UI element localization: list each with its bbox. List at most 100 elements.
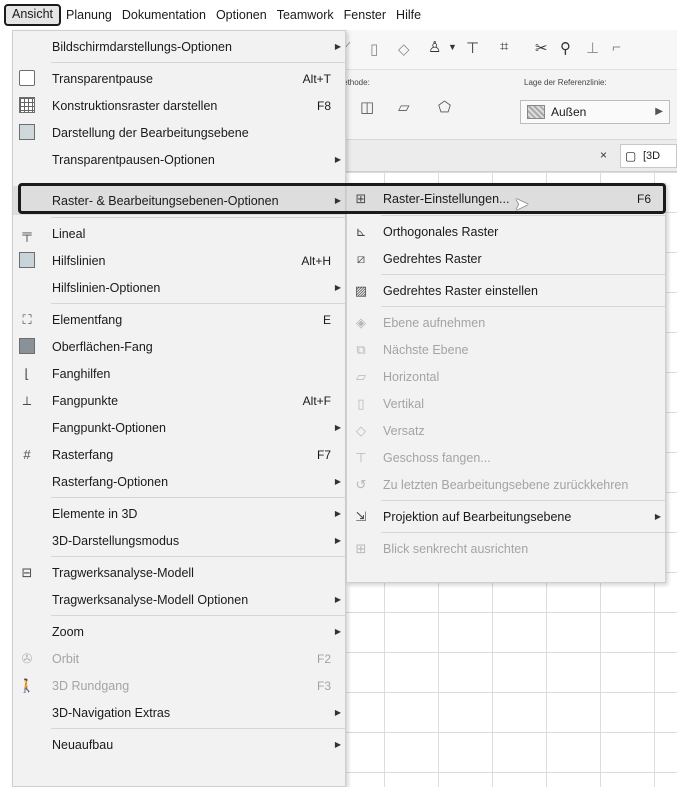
menu-item[interactable]: ⟂ Fangpunkte Alt+F [13, 387, 345, 414]
menu-planung[interactable]: Planung [61, 4, 117, 26]
tool-icon[interactable]: ◇ [398, 40, 410, 58]
menu-item[interactable]: Rasterfang-Optionen ▶ [13, 468, 345, 495]
menu-item-label: Versatz [383, 423, 425, 438]
guide-lines-icon [18, 251, 36, 270]
grid-settings-icon: ⊞ [355, 190, 367, 206]
menu-fenster[interactable]: Fenster [339, 4, 391, 26]
menu-item-label: 3D-Navigation Extras [52, 705, 171, 720]
chevron-right-icon: ▶ [655, 106, 663, 117]
menu-item[interactable]: ⛶ Elementfang E [13, 306, 345, 333]
chevron-down-icon[interactable]: ▼ [448, 42, 457, 52]
menu-teamwork[interactable]: Teamwork [272, 4, 339, 26]
menu-item[interactable]: Neuaufbau ▶ [13, 731, 345, 758]
separator [51, 217, 345, 218]
menu-item-label: Projektion auf Bearbeitungsebene [383, 509, 572, 524]
menu-optionen[interactable]: Optionen [211, 4, 272, 26]
menu-item[interactable]: Bildschirmdarstellungs-Optionen ▶ [13, 33, 345, 60]
menu-item[interactable]: Elemente in 3D ▶ [13, 500, 345, 527]
menu-item-label: Tragwerksanalyse-Modell Optionen [52, 592, 249, 607]
menu-item-label: Transparentpausen-Optionen [52, 152, 215, 167]
tool-icon[interactable]: ▯ [370, 40, 378, 58]
menu-item[interactable]: Konstruktionsraster darstellen F8 [13, 92, 345, 119]
separator [51, 556, 345, 557]
menu-item[interactable]: Fangpunkt-Optionen ▶ [13, 414, 345, 441]
element-snap-icon: ⛶ [22, 311, 32, 327]
menu-item-label: Raster-Einstellungen... [383, 191, 510, 206]
menu-item[interactable]: Zoom ▶ [13, 618, 345, 645]
grid-snap-icon: # [23, 446, 31, 462]
story-icon[interactable]: ⊤ [466, 39, 479, 57]
shortcut: E [322, 312, 331, 327]
grid-icon [18, 96, 36, 115]
chevron-right-icon: ▶ [334, 740, 341, 749]
horizontal-plane-icon: ▱ [356, 368, 366, 384]
separator [51, 728, 345, 729]
shortcut: F2 [316, 651, 331, 666]
menu-item[interactable]: Hilfslinien-Optionen ▶ [13, 274, 345, 301]
separator [381, 532, 665, 533]
mouse-cursor-icon: ➤ [514, 194, 530, 214]
menu-item[interactable]: ⊾ Orthogonales Raster [347, 218, 665, 245]
menu-item[interactable]: Darstellung der Bearbeitungsebene [13, 119, 345, 146]
menu-item[interactable]: 3D-Navigation Extras ▶ [13, 699, 345, 726]
magic-wand-icon[interactable]: ⚲ [560, 39, 571, 57]
scissors-icon[interactable]: ✂ [535, 39, 548, 57]
menu-dokumentation[interactable]: Dokumentation [117, 4, 211, 26]
menu-item-disabled: ▯ Vertikal [347, 390, 665, 417]
menu-bar: Ansicht Planung Dokumentation Optionen T… [0, 0, 677, 30]
menu-item-disabled: 🚶 3D Rundgang F3 [13, 672, 345, 699]
separator [51, 62, 345, 63]
chevron-right-icon: ▶ [334, 627, 341, 636]
separator [381, 500, 665, 501]
menu-item[interactable]: Hilfslinien Alt+H [13, 247, 345, 274]
menu-item[interactable]: Oberflächen-Fang [13, 333, 345, 360]
chevron-right-icon: ▶ [334, 477, 341, 486]
rotated-grid-icon: ⧄ [356, 250, 366, 266]
menu-item-label: Orthogonales Raster [383, 224, 499, 239]
geometry-method-icon[interactable]: ▱ [398, 98, 410, 116]
menu-item[interactable]: # Rasterfang F7 [13, 441, 345, 468]
menu-item[interactable]: ⧄ Gedrehtes Raster [347, 245, 665, 272]
menu-item-label: Tragwerksanalyse-Modell [52, 565, 194, 580]
tool-icon[interactable]: ⊥ [586, 39, 599, 57]
snap-toggle-icon[interactable]: ⌗ [500, 38, 508, 55]
close-icon[interactable]: × [600, 148, 607, 162]
menu-ansicht[interactable]: Ansicht [4, 4, 61, 26]
ruler-icon: ╤ [22, 225, 32, 241]
view-tab-bar: × ▢ [3D [330, 140, 677, 172]
menu-item[interactable]: ╤ Lineal [13, 220, 345, 247]
menu-item[interactable]: Tragwerksanalyse-Modell Optionen ▶ [13, 586, 345, 613]
vertical-plane-icon: ▯ [357, 395, 365, 411]
tool-icon[interactable]: ⌐ [612, 39, 621, 56]
menu-item[interactable]: Transparentpause Alt+T [13, 65, 345, 92]
separator [381, 306, 665, 307]
menu-item-disabled: ◇ Versatz [347, 417, 665, 444]
menu-item[interactable]: Transparentpausen-Optionen ▶ [13, 146, 345, 173]
ref-line-select[interactable]: Außen ▶ [520, 100, 670, 124]
menu-item-label: Neuaufbau [52, 737, 114, 752]
view-dropdown-menu: Bildschirmdarstellungs-Optionen ▶ Transp… [12, 30, 346, 787]
menu-item[interactable]: 3D-Darstellungsmodus ▶ [13, 527, 345, 554]
separator [381, 215, 665, 216]
set-rotated-grid-icon: ▨ [354, 282, 368, 298]
shortcut: Alt+H [301, 253, 331, 268]
menu-item-label: Transparentpause [52, 71, 153, 86]
geometry-method-icon[interactable]: ◫ [360, 98, 374, 116]
tab-3d[interactable]: ▢ [3D [620, 144, 677, 168]
menu-item[interactable]: ⊟ Tragwerksanalyse-Modell [13, 559, 345, 586]
menu-item-disabled: ▱ Horizontal [347, 363, 665, 390]
menu-item[interactable]: ⌊ Fanghilfen [13, 360, 345, 387]
menu-item-disabled: ⧉ Nächste Ebene [347, 336, 665, 363]
menu-item-highlighted[interactable]: Raster- & Bearbeitungsebenen-Optionen ▶ [13, 186, 345, 215]
menu-item[interactable]: ▨ Gedrehtes Raster einstellen [347, 277, 665, 304]
menu-item-label: Elemente in 3D [52, 506, 138, 521]
geometry-method-icon[interactable]: ⬠ [438, 98, 451, 116]
user-icon[interactable]: ♙ [428, 38, 441, 56]
menu-item[interactable]: ⇲ Projektion auf Bearbeitungsebene ▶ [347, 503, 665, 530]
ref-line-value: Außen [551, 105, 587, 119]
menu-hilfe[interactable]: Hilfe [391, 4, 426, 26]
align-view-icon: ⊞ [355, 540, 367, 556]
return-plane-icon: ↺ [355, 476, 367, 492]
menu-item-highlighted[interactable]: ⊞ Raster-Einstellungen... F6 [347, 184, 665, 213]
menu-item-label: Lineal [52, 226, 86, 241]
